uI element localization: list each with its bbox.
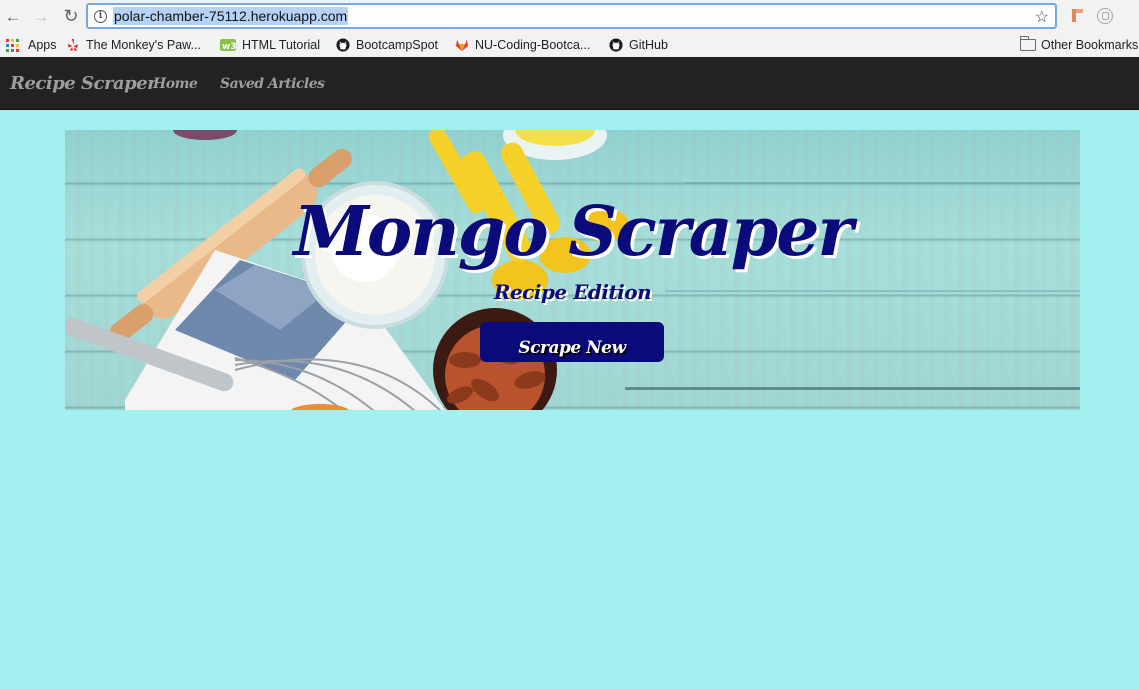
scrape-new-recipes-button[interactable]: Scrape New Recipes! (480, 322, 664, 362)
w3schools-icon: w3 (220, 39, 236, 52)
hero-jumbotron: Mongo Scraper Recipe Edition Scrape New … (65, 130, 1080, 410)
bookmark-nu-coding-bootcamp[interactable]: NU-Coding-Bootca... (455, 37, 590, 53)
back-button[interactable]: ← (2, 6, 24, 28)
reload-button[interactable]: ↻ (60, 6, 82, 28)
nav-link-saved-articles[interactable]: Saved Articles (220, 76, 325, 92)
bookmark-github[interactable]: GitHub (609, 37, 668, 53)
bookmark-label: NU-Coding-Bootca... (475, 38, 591, 52)
bookmarks-bar: Apps The Monkey's Paw... w3 HTML Tutoria… (0, 33, 1139, 57)
site-info-icon[interactable]: i (94, 9, 107, 23)
bookmark-label: HTML Tutorial (242, 38, 321, 52)
extension-icon[interactable] (1069, 7, 1085, 23)
bookmark-label: BootcampSpot (356, 38, 438, 52)
svg-text:w3: w3 (222, 42, 236, 52)
bookmark-monkeys-paw[interactable]: The Monkey's Paw... (66, 37, 201, 53)
yelp-icon (68, 39, 78, 51)
url-text[interactable]: polar-chamber-75112.herokuapp.com (113, 7, 349, 25)
folder-icon (1020, 36, 1036, 51)
bookmark-label: GitHub (629, 38, 668, 52)
bookmark-html-tutorial[interactable]: w3 HTML Tutorial (220, 37, 320, 53)
gitlab-icon (455, 39, 469, 52)
bookmark-label: The Monkey's Paw... (86, 38, 201, 52)
bookmark-apps[interactable]: Apps (6, 37, 57, 53)
forward-button[interactable]: → (30, 6, 52, 28)
navbar-brand[interactable]: Recipe Scraper (10, 73, 157, 94)
other-bookmarks-label: Other Bookmarks (1041, 38, 1139, 52)
browser-toolbar: ← → ↻ i polar-chamber-75112.herokuapp.co… (0, 0, 1139, 33)
other-bookmarks[interactable]: Other Bookmarks (1020, 36, 1139, 53)
nav-link-home[interactable]: Home (153, 76, 198, 92)
bookmark-label: Apps (28, 38, 57, 52)
bookmark-star-icon[interactable]: ☆ (1035, 7, 1049, 27)
site-navbar: Recipe Scraper Home Saved Articles (0, 57, 1139, 110)
extension-icon-2[interactable] (1097, 8, 1113, 24)
address-bar[interactable]: i polar-chamber-75112.herokuapp.com ☆ (86, 3, 1057, 29)
github-icon (336, 38, 350, 52)
hero-title: Mongo Scraper (293, 192, 854, 272)
hero-subtitle: Recipe Edition (493, 280, 652, 304)
apps-grid-icon (6, 38, 19, 52)
bookmark-bootcampspot[interactable]: BootcampSpot (336, 37, 438, 53)
github-icon (609, 38, 623, 52)
